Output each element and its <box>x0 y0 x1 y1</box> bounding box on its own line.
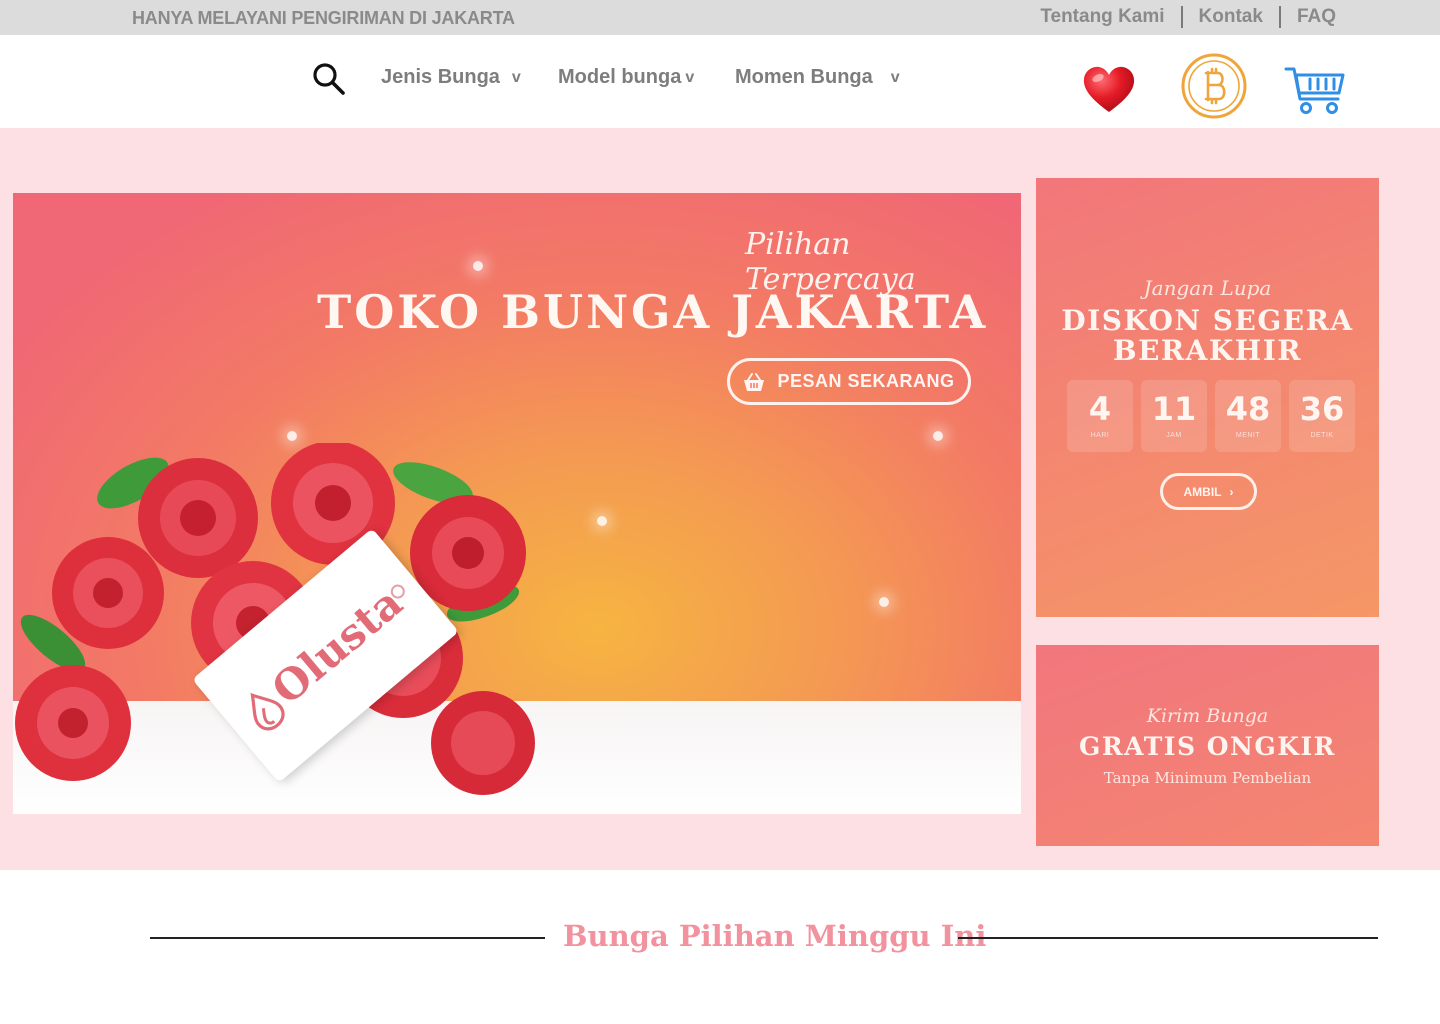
order-now-button[interactable]: PESAN SEKARANG <box>727 358 971 405</box>
sparkle <box>597 516 607 526</box>
main-navigation: Jenis Bunga v Model bunga v Momen Bunga … <box>0 35 1440 128</box>
countdown-title-line1: DISKON SEGERA <box>1061 304 1354 337</box>
countdown-timer: 4 HARI 11 JAM 48 MENIT 36 DETIK <box>1067 380 1355 452</box>
menu-flower-types[interactable]: Jenis Bunga v <box>381 66 558 89</box>
sparkle <box>879 597 889 607</box>
sparkle <box>473 261 483 271</box>
faq-link[interactable]: FAQ <box>1297 6 1336 28</box>
timer-seconds: 36 DETIK <box>1289 380 1355 452</box>
shipping-title: GRATIS ONGKIR <box>1079 732 1336 761</box>
sparkle <box>287 431 297 441</box>
menu-flower-models[interactable]: Model bunga v <box>558 66 735 89</box>
chevron-right-icon: › <box>1229 484 1234 499</box>
contact-link[interactable]: Kontak <box>1199 6 1263 28</box>
menu-flower-moments[interactable]: Momen Bunga v <box>735 66 900 89</box>
chevron-down-icon: v <box>511 68 521 86</box>
countdown-title-line2: BERAKHIR <box>1112 334 1303 367</box>
weekly-picks-heading: Bunga Pilihan Minggu Ini <box>150 915 1378 961</box>
timer-value: 36 <box>1299 390 1345 428</box>
section-title: Bunga Pilihan Minggu Ini <box>563 919 987 953</box>
link-divider <box>1180 6 1183 28</box>
shipping-script-text: Kirim Bunga <box>1146 705 1269 727</box>
menu-label: Model bunga <box>558 66 682 88</box>
timer-value: 11 <box>1151 390 1197 428</box>
banner-title: TOKO BUNGA JAKARTA <box>317 285 989 339</box>
order-now-label: PESAN SEKARANG <box>777 371 955 391</box>
search-icon[interactable] <box>312 62 346 96</box>
timer-value: 48 <box>1225 390 1271 428</box>
link-divider <box>1278 6 1281 28</box>
cart-icon[interactable] <box>1284 65 1346 117</box>
discount-countdown-banner[interactable]: Jangan Lupa DISKON SEGERA BERAKHIR 4 HAR… <box>1036 178 1379 617</box>
timer-unit: MENIT <box>1235 432 1261 439</box>
divider-line <box>150 937 545 939</box>
timer-value: 4 <box>1088 390 1112 428</box>
timer-minutes: 48 MENIT <box>1215 380 1281 452</box>
chevron-down-icon: v <box>685 68 695 86</box>
menu-label: Momen Bunga <box>735 66 873 88</box>
top-links: Tentang Kami Kontak FAQ <box>1040 6 1336 28</box>
delivery-notice: HANYA MELAYANI PENGIRIMAN DI JAKARTA <box>132 8 515 28</box>
basket-icon <box>744 372 765 391</box>
menu-label: Jenis Bunga <box>381 66 500 88</box>
chevron-down-icon: v <box>890 68 900 86</box>
timer-days: 4 HARI <box>1067 380 1133 452</box>
bitcoin-icon[interactable] <box>1180 52 1248 120</box>
timer-hours: 11 JAM <box>1141 380 1207 452</box>
about-link[interactable]: Tentang Kami <box>1040 6 1164 28</box>
category-menu: Jenis Bunga v Model bunga v Momen Bunga … <box>381 66 900 89</box>
claim-label: AMBIL <box>1183 484 1222 499</box>
sparkle <box>933 431 943 441</box>
free-shipping-banner[interactable]: Kirim Bunga GRATIS ONGKIR Tanpa Minimum … <box>1036 645 1379 846</box>
main-promo-banner[interactable]: Pilihan Terpercaya TOKO BUNGA JAKARTA PE… <box>13 193 1021 814</box>
timer-unit: DETIK <box>1310 432 1334 439</box>
divider-line <box>958 937 1378 939</box>
heart-icon[interactable] <box>1081 65 1137 115</box>
countdown-script-text: Jangan Lupa <box>1143 276 1272 300</box>
timer-unit: HARI <box>1090 432 1110 439</box>
timer-unit: JAM <box>1166 432 1182 439</box>
claim-button[interactable]: AMBIL › <box>1160 473 1257 510</box>
top-announcement-bar: HANYA MELAYANI PENGIRIMAN DI JAKARTA Ten… <box>0 0 1440 35</box>
shipping-subtitle: Tanpa Minimum Pembelian <box>1103 769 1312 787</box>
